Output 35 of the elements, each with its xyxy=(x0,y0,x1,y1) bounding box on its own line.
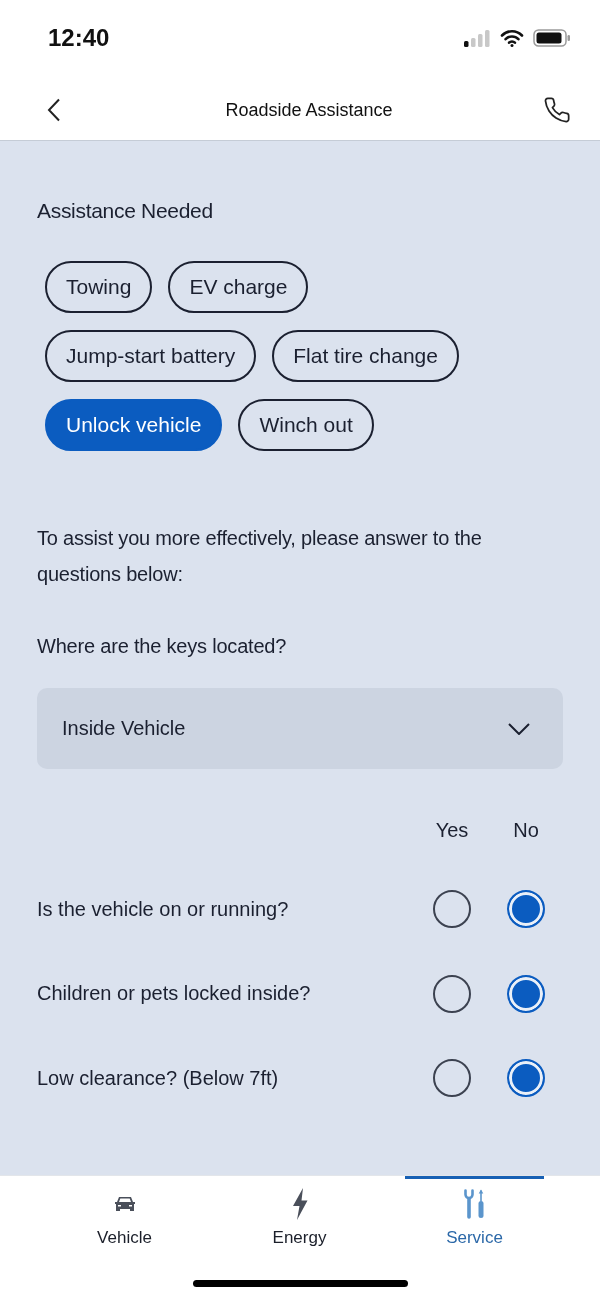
instruction-text: To assist you more effectively, please answer to the questions below: xyxy=(37,526,483,587)
section-heading: Assistance Needed xyxy=(37,198,213,224)
question-text: Is the vehicle on or running? xyxy=(37,897,289,921)
signal-icon xyxy=(464,29,491,47)
radio-button[interactable] xyxy=(507,890,545,929)
column-header: Yes xyxy=(435,818,469,842)
back-icon[interactable] xyxy=(47,98,61,122)
radio-button[interactable] xyxy=(433,974,471,1013)
radio-button[interactable] xyxy=(433,890,471,929)
chevron-down-icon xyxy=(508,722,530,735)
phone-icon[interactable] xyxy=(543,96,571,124)
radio-button[interactable] xyxy=(433,1059,471,1098)
tab-button[interactable]: Service xyxy=(405,1176,544,1248)
question-text: Children or pets locked inside? xyxy=(37,982,311,1006)
option-chip[interactable]: EV charge xyxy=(168,261,309,313)
option-chip[interactable]: Jump-start battery xyxy=(45,330,257,382)
question-text: Low clearance? (Below 7ft) xyxy=(37,1066,279,1090)
radio-button[interactable] xyxy=(507,974,545,1013)
page-title: Roadside Assistance xyxy=(225,99,393,121)
field-label: Where are the keys located? xyxy=(37,634,287,659)
wifi-icon xyxy=(500,29,524,47)
tab-button[interactable]: Vehicle xyxy=(55,1176,194,1248)
option-chip[interactable]: Flat tire change xyxy=(272,330,459,382)
option-chip[interactable]: Towing xyxy=(45,261,153,313)
tab-button[interactable]: Energy xyxy=(230,1176,369,1248)
radio-button[interactable] xyxy=(507,1059,545,1098)
dropdown-field[interactable]: Inside Vehicle xyxy=(37,688,563,769)
wrench-screwdriver-icon xyxy=(462,1189,487,1219)
column-header: No xyxy=(513,818,539,842)
status-time: 12:40 xyxy=(48,24,110,52)
car-icon xyxy=(112,1195,137,1213)
option-chip[interactable]: Winch out xyxy=(238,399,374,451)
option-chip[interactable]: Unlock vehicle xyxy=(45,399,223,451)
battery-icon xyxy=(533,29,571,47)
lightning-bolt-icon xyxy=(290,1188,309,1220)
